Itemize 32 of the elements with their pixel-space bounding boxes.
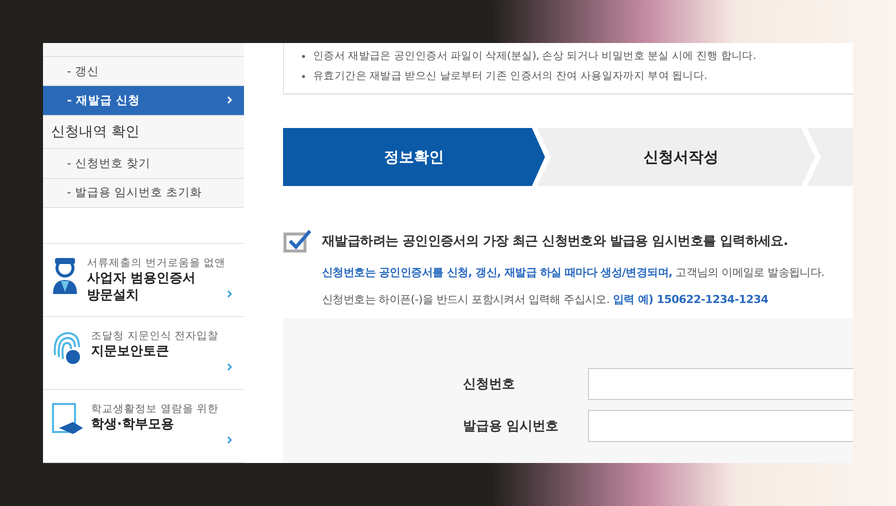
promo-title: 사업자 범용인증서	[87, 272, 196, 287]
notice-text: 유효기간은 재발급 받으신 날로부터 기존 인증서의 잔여 사용일자까지 부여 됩니다.	[313, 69, 708, 83]
promo-title: 지문보안토큰	[91, 344, 169, 360]
promo-banner[interactable]: 조달청 지문인식 전자입찰 지문보안토큰	[43, 316, 244, 390]
chevron-icon	[227, 436, 232, 444]
instruction-text: 신청번호는 하이픈(-)을 반드시 포함시켜서 입력해 주십시오. 입력 예) 150622-1234-1234	[321, 292, 770, 307]
field-label: 발급용 임시번호	[463, 418, 560, 435]
promo-title: 학생·학부모용	[91, 418, 174, 433]
promo-banner[interactable]: 학교생활정보 열람을 위한 학생·학부모용	[43, 390, 244, 463]
worker-icon	[51, 256, 79, 296]
checkbox-icon	[283, 229, 312, 253]
sidebar-item[interactable]: - 재발급 신청	[43, 86, 244, 116]
sidebar-item[interactable]: - 발급용 임시번호 초기화	[43, 178, 244, 208]
instruction-text: 신청번호는 공인인증서를 신청, 갱신, 재발급 하실 때마다 생성/변경되며, 고객님의 이메일로 발송됩니다.	[321, 265, 826, 280]
sidebar-item[interactable]: - 갱신	[43, 56, 244, 86]
bullet-icon	[302, 74, 305, 78]
chevron-icon	[227, 290, 232, 298]
chevron-icon	[227, 96, 232, 104]
promo-caption: 서류제출의 번거로움을 없앤	[87, 256, 226, 270]
input-field[interactable]	[588, 410, 853, 442]
promo-caption: 학교생활정보 열람을 위한	[91, 402, 219, 416]
sidebar-item[interactable]: 신청내역 확인	[43, 116, 244, 150]
bullet-icon	[302, 54, 305, 58]
chevron-icon	[227, 362, 232, 371]
promo-caption: 조달청 지문인식 전자입찰	[91, 328, 219, 343]
promo-banner[interactable]: 서류제출의 번거로움을 없앤 사업자 범용인증서 방문설치	[43, 244, 244, 317]
instruction-heading: 재발급하려는 공인인증서의 가장 최근 신청번호와 발급용 임시번호를 입력하세요.	[322, 233, 788, 250]
promo-title: 방문설치	[87, 288, 139, 304]
notice-text: 인증서 재발급은 공인인증서 파일이 삭제(분실), 손상 되거나 비밀번호 분실 시에 진행 합니다.	[313, 49, 756, 63]
sidebar-item[interactable]: - 신청번호 찾기	[43, 149, 244, 179]
input-field[interactable]	[588, 368, 853, 400]
field-label: 신청번호	[463, 376, 516, 393]
